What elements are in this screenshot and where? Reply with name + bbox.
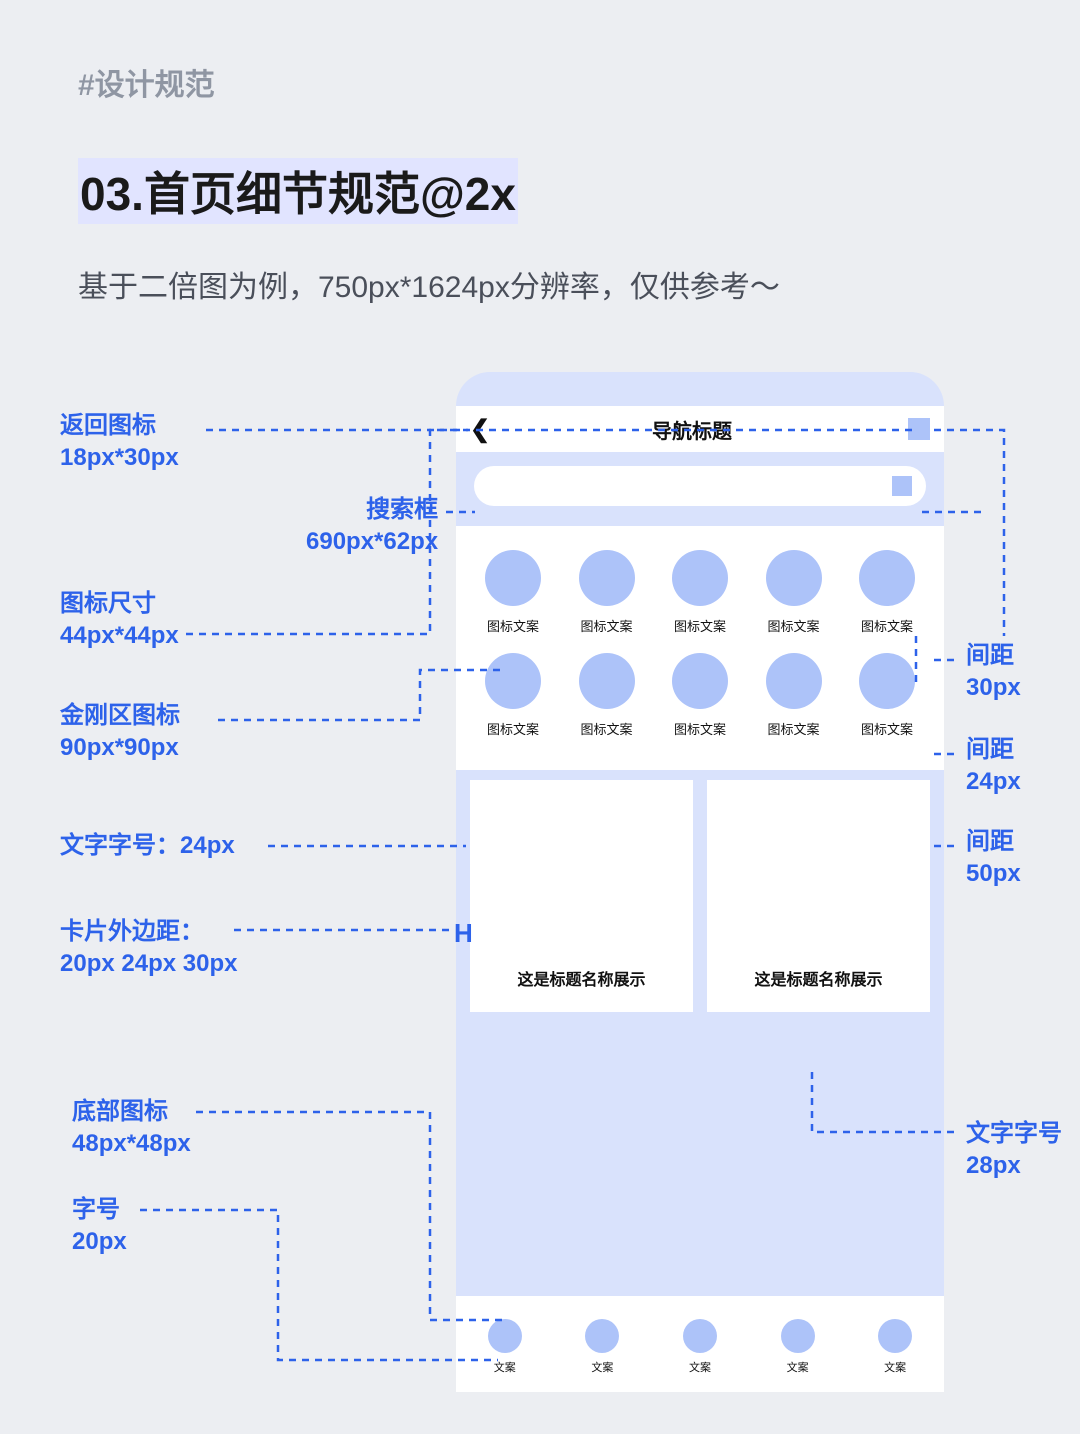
phone-mockup: ❮ 导航标题 图标文案 图标文案 图标文案 图标文案 图标文案 图标文案 图标文… <box>456 372 944 1392</box>
kingkong-label: 图标文案 <box>580 616 632 635</box>
tab-item[interactable]: 文案 <box>488 1319 522 1375</box>
kingkong-icon <box>766 653 822 709</box>
ann-card-font: 文字字号 28px <box>966 1118 1062 1183</box>
tab-item[interactable]: 文案 <box>781 1319 815 1375</box>
ann-kingkong-icon: 金刚区图标 90px*90px <box>60 700 180 765</box>
ann-bottom-font: 字号 20px <box>72 1194 127 1259</box>
search-area <box>456 452 944 526</box>
tab-icon <box>683 1319 717 1353</box>
kingkong-icon <box>485 653 541 709</box>
ann-search-box: 搜索框 690px*62px <box>306 494 438 559</box>
kingkong-section: 图标文案 图标文案 图标文案 图标文案 图标文案 图标文案 图标文案 图标文案 … <box>456 526 944 770</box>
kingkong-icon <box>485 550 541 606</box>
ann-bottom-icon: 底部图标 48px*48px <box>72 1096 191 1161</box>
search-input[interactable] <box>474 466 926 506</box>
nav-action-icon[interactable] <box>908 418 930 440</box>
content-card[interactable]: 这是标题名称展示 <box>470 780 693 1012</box>
margin-indicator: H <box>454 918 473 949</box>
kingkong-label: 图标文案 <box>487 616 539 635</box>
ann-text-size: 文字字号：24px <box>60 830 235 862</box>
tab-label: 文案 <box>787 1359 809 1375</box>
tab-icon <box>781 1319 815 1353</box>
nav-bar: ❮ 导航标题 <box>456 406 944 452</box>
kingkong-item[interactable]: 图标文案 <box>564 653 650 738</box>
kingkong-item[interactable]: 图标文案 <box>751 653 837 738</box>
tab-item[interactable]: 文案 <box>585 1319 619 1375</box>
kingkong-label: 图标文案 <box>767 616 819 635</box>
kingkong-icon <box>859 653 915 709</box>
kingkong-item[interactable]: 图标文案 <box>470 550 556 635</box>
tab-label: 文案 <box>884 1359 906 1375</box>
kingkong-icon <box>766 550 822 606</box>
kingkong-item[interactable]: 图标文案 <box>844 550 930 635</box>
tab-icon <box>878 1319 912 1353</box>
tab-icon <box>488 1319 522 1353</box>
kingkong-item[interactable]: 图标文案 <box>657 550 743 635</box>
ann-card-margin: 卡片外边距： 20px 24px 30px <box>60 916 237 981</box>
ann-gap-30: 间距 30px <box>966 640 1021 705</box>
kingkong-item[interactable]: 图标文案 <box>657 653 743 738</box>
search-icon[interactable] <box>892 476 912 496</box>
kingkong-item[interactable]: 图标文案 <box>844 653 930 738</box>
kingkong-label: 图标文案 <box>861 719 913 738</box>
card-title: 这是标题名称展示 <box>517 966 645 990</box>
kingkong-item[interactable]: 图标文案 <box>470 653 556 738</box>
kingkong-label: 图标文案 <box>487 719 539 738</box>
page-subtitle: 基于二倍图为例，750px*1624px分辨率，仅供参考～ <box>78 262 780 306</box>
tab-label: 文案 <box>494 1359 516 1375</box>
tab-label: 文案 <box>591 1359 613 1375</box>
kingkong-icon <box>672 653 728 709</box>
ann-gap-50: 间距 50px <box>966 826 1021 891</box>
tab-item[interactable]: 文案 <box>878 1319 912 1375</box>
ann-gap-24: 间距 24px <box>966 734 1021 799</box>
content-card[interactable]: 这是标题名称展示 <box>707 780 930 1012</box>
tab-item[interactable]: 文案 <box>683 1319 717 1375</box>
kingkong-item[interactable]: 图标文案 <box>751 550 837 635</box>
tab-label: 文案 <box>689 1359 711 1375</box>
page-title: 03.首页细节规范@2x <box>78 158 518 224</box>
kingkong-item[interactable]: 图标文案 <box>564 550 650 635</box>
hashtag-label: #设计规范 <box>78 60 215 104</box>
kingkong-label: 图标文案 <box>861 616 913 635</box>
tab-bar: 文案 文案 文案 文案 文案 <box>456 1296 944 1392</box>
kingkong-icon <box>579 653 635 709</box>
nav-title: 导航标题 <box>476 415 908 444</box>
kingkong-label: 图标文案 <box>767 719 819 738</box>
card-title: 这是标题名称展示 <box>754 966 882 990</box>
kingkong-icon <box>859 550 915 606</box>
card-section: 这是标题名称展示 这是标题名称展示 <box>456 770 944 1022</box>
ann-icon-size: 图标尺寸 44px*44px <box>60 588 179 653</box>
kingkong-icon <box>672 550 728 606</box>
icon-row: 图标文案 图标文案 图标文案 图标文案 图标文案 <box>470 550 930 635</box>
status-bar <box>456 372 944 406</box>
icon-row: 图标文案 图标文案 图标文案 图标文案 图标文案 <box>470 653 930 738</box>
ann-back-icon: 返回图标 18px*30px <box>60 410 179 475</box>
kingkong-icon <box>579 550 635 606</box>
tab-icon <box>585 1319 619 1353</box>
kingkong-label: 图标文案 <box>580 719 632 738</box>
kingkong-label: 图标文案 <box>674 616 726 635</box>
kingkong-label: 图标文案 <box>674 719 726 738</box>
